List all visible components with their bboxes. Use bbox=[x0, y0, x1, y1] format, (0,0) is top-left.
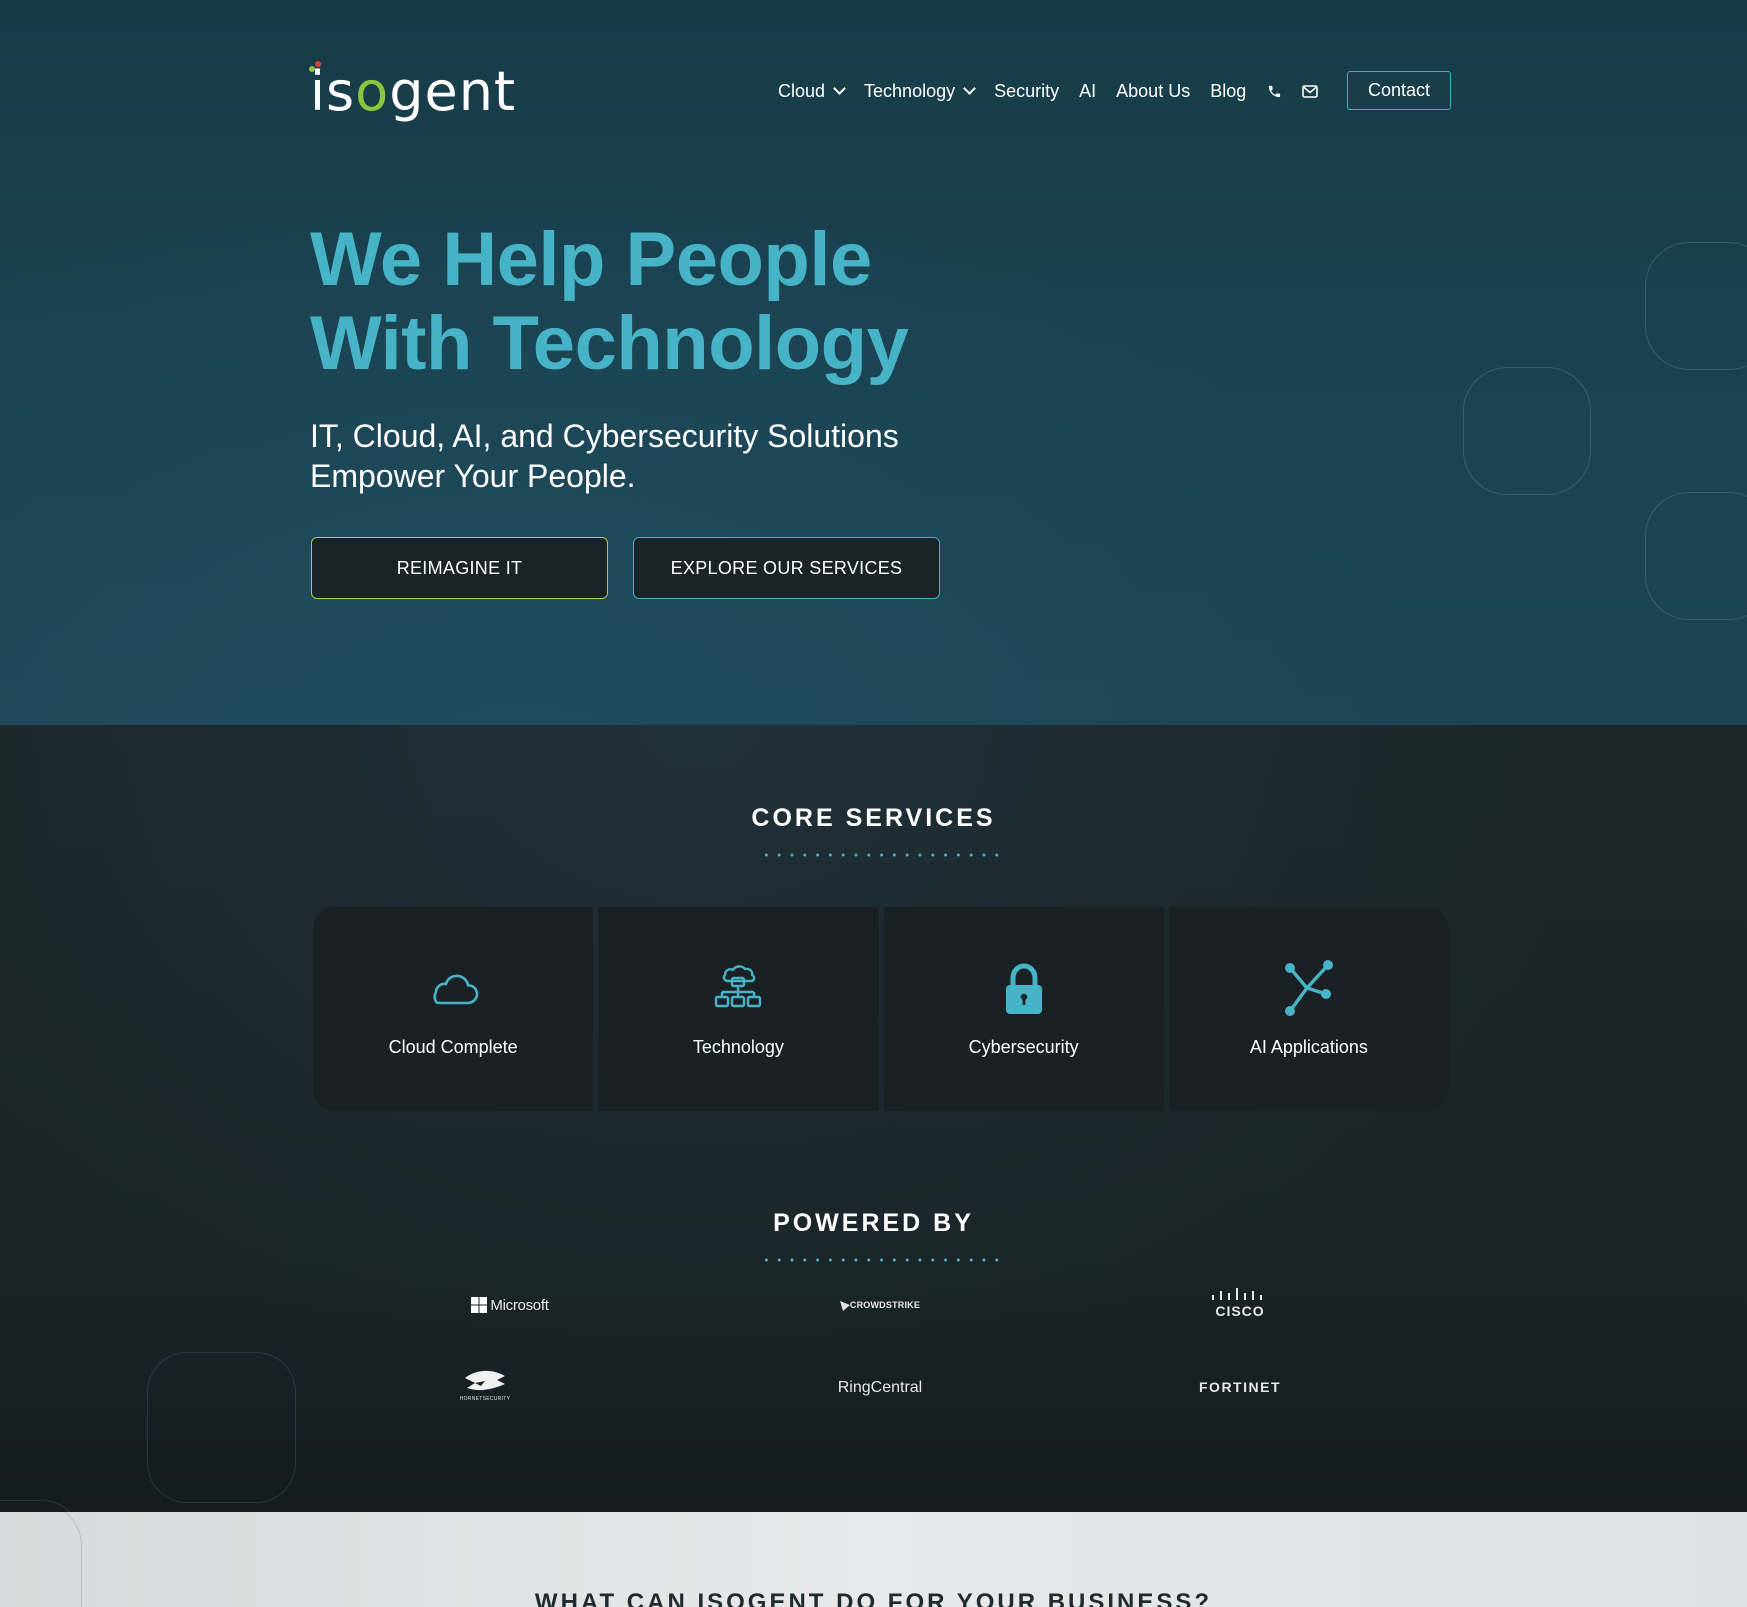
service-card-ai-applications[interactable]: AI Applications bbox=[1168, 907, 1449, 1111]
phone-icon[interactable] bbox=[1266, 83, 1282, 99]
falcon-icon bbox=[839, 1301, 850, 1311]
contact-button[interactable]: Contact bbox=[1347, 71, 1451, 110]
service-card-label: Cybersecurity bbox=[968, 1037, 1079, 1057]
network-icon bbox=[715, 965, 762, 1008]
service-card-label: Cloud Complete bbox=[388, 1037, 518, 1057]
lock-icon bbox=[1005, 963, 1042, 1014]
nav-item-blog[interactable]: Blog bbox=[1210, 81, 1246, 102]
service-card-cloud[interactable]: Cloud Complete bbox=[313, 907, 594, 1111]
service-card-technology[interactable]: Technology bbox=[598, 907, 879, 1111]
chevron-down-icon bbox=[833, 82, 846, 95]
title-dotted-divider bbox=[760, 1258, 1004, 1262]
partner-logo-cisco: CISCO bbox=[1200, 1283, 1280, 1323]
nav-item-ai[interactable]: AI bbox=[1079, 81, 1096, 102]
nav-item-cloud[interactable]: Cloud bbox=[778, 81, 846, 102]
chevron-down-icon bbox=[963, 82, 976, 95]
microsoft-logo-icon bbox=[471, 1297, 488, 1313]
ai-nodes-icon bbox=[1284, 960, 1333, 1016]
hero-headline: We Help People With Technology bbox=[310, 217, 909, 386]
nav-item-security[interactable]: Security bbox=[994, 81, 1059, 102]
logo-wordmark: isogent bbox=[310, 60, 517, 123]
title-dotted-divider bbox=[760, 853, 1004, 857]
partner-logo-crowdstrike: CROWDSTRIKE bbox=[830, 1285, 930, 1325]
main-nav: Cloud Technology Security AI About Us Bl… bbox=[778, 72, 1338, 110]
nav-item-technology[interactable]: Technology bbox=[864, 81, 976, 102]
core-services-section: CORE SERVICES Cloud Complete Technology bbox=[0, 725, 1747, 1512]
powered-by-title: POWERED BY bbox=[773, 1209, 974, 1237]
nav-item-about-us[interactable]: About Us bbox=[1116, 81, 1190, 102]
service-cards: Cloud Complete Technology Cybersecurity … bbox=[313, 907, 1449, 1111]
partner-logo-microsoft: Microsoft bbox=[460, 1285, 560, 1325]
decorative-rounded-square bbox=[1463, 367, 1591, 495]
service-card-label: AI Applications bbox=[1249, 1037, 1368, 1057]
hornet-icon bbox=[465, 1370, 505, 1391]
cloud-icon bbox=[433, 974, 479, 1005]
business-section: WHAT CAN ISOGENT DO FOR YOUR BUSINESS? bbox=[0, 1512, 1747, 1607]
cisco-bars-icon bbox=[1212, 1287, 1262, 1300]
business-section-title: WHAT CAN ISOGENT DO FOR YOUR BUSINESS? bbox=[534, 1589, 1213, 1607]
partner-logo-ringcentral: RingCentral bbox=[837, 1379, 923, 1396]
service-card-label: Technology bbox=[692, 1037, 784, 1057]
core-services-title: CORE SERVICES bbox=[751, 804, 996, 832]
hero-subheading: IT, Cloud, AI, and Cybersecurity Solutio… bbox=[310, 418, 899, 494]
service-card-cybersecurity[interactable]: Cybersecurity bbox=[883, 907, 1164, 1111]
decorative-rounded-square bbox=[1645, 242, 1747, 370]
mail-icon[interactable] bbox=[1302, 83, 1319, 99]
decorative-rounded-square bbox=[0, 1500, 82, 1512]
partner-logo-fortinet: FORTINET bbox=[1199, 1379, 1281, 1395]
partner-logo-hornetsecurity: HORNETSECURITY bbox=[440, 1365, 530, 1405]
decorative-rounded-square bbox=[147, 1352, 296, 1503]
explore-services-button[interactable]: EXPLORE OUR SERVICES bbox=[633, 537, 940, 599]
hero-section: isogent Cloud Technology Security AI Abo… bbox=[0, 0, 1747, 725]
site-logo[interactable]: isogent bbox=[309, 58, 515, 126]
decorative-rounded-square bbox=[1645, 492, 1747, 620]
reimagine-it-button[interactable]: REIMAGINE IT bbox=[311, 537, 608, 599]
